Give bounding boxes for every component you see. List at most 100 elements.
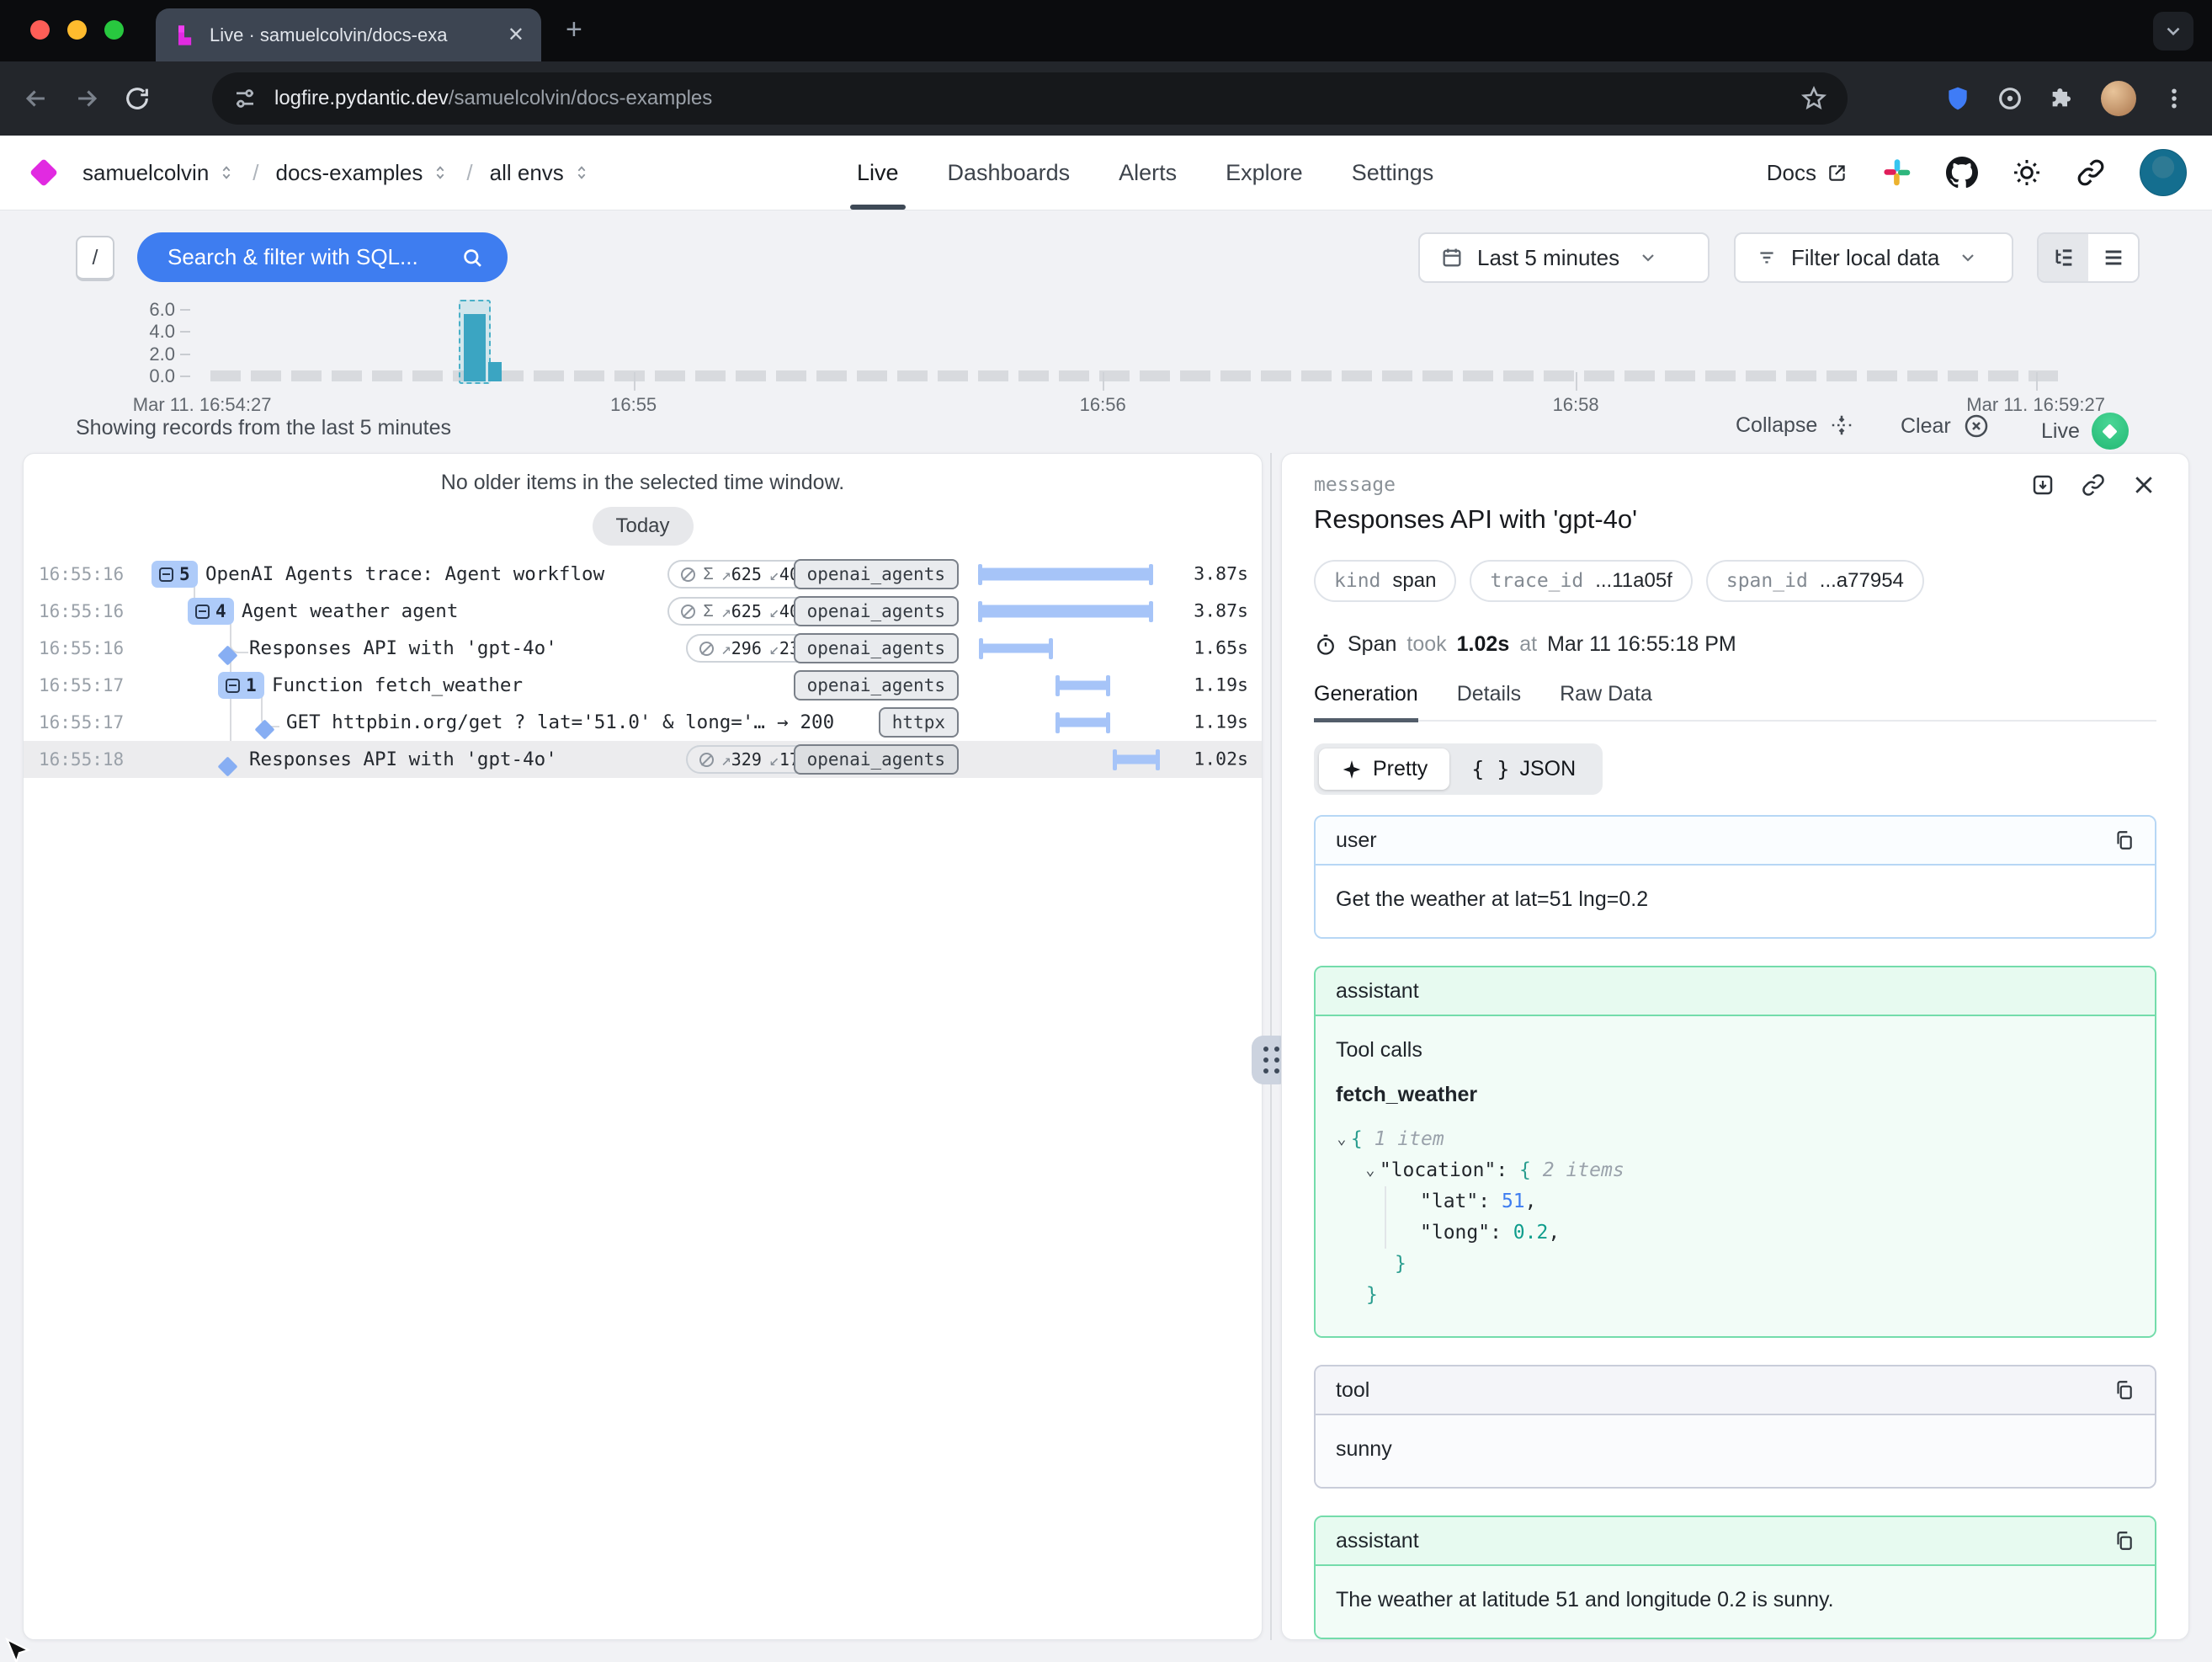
collapse-button[interactable]: Collapse — [1736, 413, 1854, 438]
close-window-button[interactable] — [30, 20, 50, 40]
chip-key: trace_id — [1490, 570, 1583, 592]
tab-dashboards[interactable]: Dashboards — [948, 136, 1071, 210]
tab-alerts[interactable]: Alerts — [1119, 136, 1177, 210]
message-text: The weather at latitude 51 and longitude… — [1336, 1588, 2135, 1612]
histogram-bar[interactable] — [464, 314, 486, 381]
copy-icon[interactable] — [2113, 829, 2135, 851]
list-view-icon — [2102, 246, 2125, 269]
app-header: samuelcolvin/docs-examples/all envs Live… — [0, 136, 2212, 210]
tab-search-chevron-icon[interactable] — [2153, 12, 2193, 51]
tree-view-toggle[interactable] — [2039, 234, 2088, 281]
tab-title: Live · samuelcolvin/docs-exa — [210, 24, 494, 46]
breadcrumb-separator: / — [466, 160, 472, 186]
collapse-count-badge[interactable]: 5 — [152, 561, 198, 588]
new-tab-button[interactable]: + — [566, 15, 582, 44]
collapse-count-badge[interactable]: 1 — [218, 672, 264, 699]
shield-extension-icon[interactable] — [1944, 84, 1971, 113]
tab-settings[interactable]: Settings — [1352, 136, 1434, 210]
search-input[interactable]: Search & filter with SQL... — [137, 232, 508, 282]
empty-notice: No older items in the selected time wind… — [24, 471, 1262, 495]
site-settings-icon[interactable] — [232, 86, 258, 111]
live-button[interactable]: Live — [2041, 413, 2129, 450]
back-icon[interactable] — [22, 84, 51, 113]
slack-icon[interactable] — [1882, 157, 1912, 188]
clear-button[interactable]: Clear — [1901, 413, 1990, 439]
trace-row[interactable]: 16:55:165OpenAI Agents trace: Agent work… — [24, 556, 1262, 593]
forward-icon[interactable] — [72, 84, 101, 113]
extension-badge-icon[interactable] — [1997, 85, 2023, 112]
tab-explore[interactable]: Explore — [1226, 136, 1303, 210]
reload-icon[interactable] — [123, 84, 152, 113]
github-icon[interactable] — [1946, 157, 1978, 189]
collapse-count-badge[interactable]: 4 — [188, 598, 234, 625]
url-text: logfire.pydantic.dev/samuelcolvin/docs-e… — [274, 87, 1800, 110]
message-card-assistant: assistant The weather at latitude 51 and… — [1314, 1516, 2156, 1639]
copy-icon[interactable] — [2113, 1530, 2135, 1552]
breadcrumb-item-docs-examples[interactable]: docs-examples — [276, 160, 450, 186]
address-bar[interactable]: logfire.pydantic.dev/samuelcolvin/docs-e… — [212, 72, 1848, 125]
breadcrumb-item-all envs[interactable]: all envs — [490, 160, 591, 186]
time-range-button[interactable]: Last 5 minutes — [1418, 232, 1710, 283]
duration-text: 1.65s — [1194, 638, 1248, 659]
share-link-icon[interactable] — [2076, 157, 2106, 188]
close-icon[interactable] — [2131, 472, 2156, 498]
app-nav-tabs: Live Dashboards Alerts Explore Settings — [857, 136, 1433, 210]
json-toggle[interactable]: { } JSON — [1449, 748, 1598, 790]
browser-tab[interactable]: Live · samuelcolvin/docs-exa ✕ — [156, 8, 541, 61]
logfire-logo-icon[interactable] — [29, 158, 58, 187]
mouse-cursor — [2, 1637, 34, 1662]
y-axis-tick-label: 0.0 — [101, 366, 175, 386]
json-collapse-chevron[interactable]: ⌄ — [1337, 1127, 1346, 1153]
kebab-menu-icon[interactable] — [2161, 86, 2187, 111]
today-button[interactable]: Today — [593, 507, 694, 546]
tab-live[interactable]: Live — [857, 136, 899, 210]
json-collapse-chevron[interactable]: ⌄ — [1365, 1159, 1375, 1184]
message-role-header: assistant — [1316, 967, 2155, 1016]
trace-row[interactable]: 16:55:18Responses API with 'gpt-4o'↗329↙… — [24, 741, 1262, 778]
tab-close-icon[interactable]: ✕ — [508, 23, 524, 47]
scope-tag: httpx — [879, 707, 959, 738]
filter-row: / Search & filter with SQL... Last 5 min… — [0, 232, 2212, 286]
filter-icon — [1756, 247, 1778, 269]
bookmark-star-icon[interactable] — [1800, 85, 1827, 112]
extensions-puzzle-icon[interactable] — [2049, 85, 2076, 112]
row-timestamp: 16:55:18 — [39, 749, 124, 770]
token-icon — [681, 605, 695, 619]
trace-row[interactable]: 16:55:16Responses API with 'gpt-4o'↗296↙… — [24, 630, 1262, 667]
x-axis-tick — [1576, 372, 1577, 391]
filter-local-data-button[interactable]: Filter local data — [1734, 232, 2013, 283]
histogram-bar[interactable] — [488, 362, 502, 381]
theme-sun-icon[interactable] — [2012, 157, 2042, 188]
span-label: Responses API with 'gpt-4o' — [249, 637, 557, 659]
permalink-icon[interactable] — [2081, 472, 2106, 498]
row-timestamp: 16:55:17 — [39, 675, 124, 695]
detail-tab-raw-data[interactable]: Raw Data — [1560, 682, 1652, 720]
archive-icon[interactable] — [2030, 472, 2055, 498]
detail-tab-generation[interactable]: Generation — [1314, 682, 1418, 722]
minimize-window-button[interactable] — [67, 20, 87, 40]
user-avatar[interactable] — [2140, 149, 2187, 196]
role-label: assistant — [1336, 979, 1419, 1004]
tree-view-icon — [2052, 246, 2076, 269]
x-axis-tick — [2036, 372, 2038, 391]
copy-icon[interactable] — [2113, 1379, 2135, 1401]
pretty-toggle[interactable]: Pretty — [1319, 748, 1449, 790]
status-code: 200 — [800, 711, 835, 733]
zoom-window-button[interactable] — [104, 20, 124, 40]
input-arrow-icon: ↗ — [721, 601, 731, 621]
trace-row[interactable]: 16:55:171Function fetch_weatheropenai_ag… — [24, 667, 1262, 704]
token-icon — [699, 753, 714, 767]
browser-profile-avatar[interactable] — [2101, 81, 2136, 116]
detail-tab-details[interactable]: Details — [1457, 682, 1521, 720]
span-label: GET httpbin.org/get ? lat='51.0' & long=… — [286, 711, 834, 733]
token-usage-chip: Σ↗625↙40 — [667, 560, 813, 589]
trace-row[interactable]: 16:55:17GET httpbin.org/get ? lat='51.0'… — [24, 704, 1262, 741]
timing-at-word: at — [1519, 632, 1537, 657]
message-text: sunny — [1336, 1437, 2135, 1462]
duration-bar — [1056, 681, 1109, 690]
breadcrumb-item-samuelcolvin[interactable]: samuelcolvin — [82, 160, 236, 186]
list-view-toggle[interactable] — [2088, 234, 2138, 281]
trace-row[interactable]: 16:55:164Agent weather agentΣ↗625↙40open… — [24, 593, 1262, 630]
collapse-label: Collapse — [1736, 413, 1817, 438]
docs-link[interactable]: Docs — [1767, 160, 1848, 186]
